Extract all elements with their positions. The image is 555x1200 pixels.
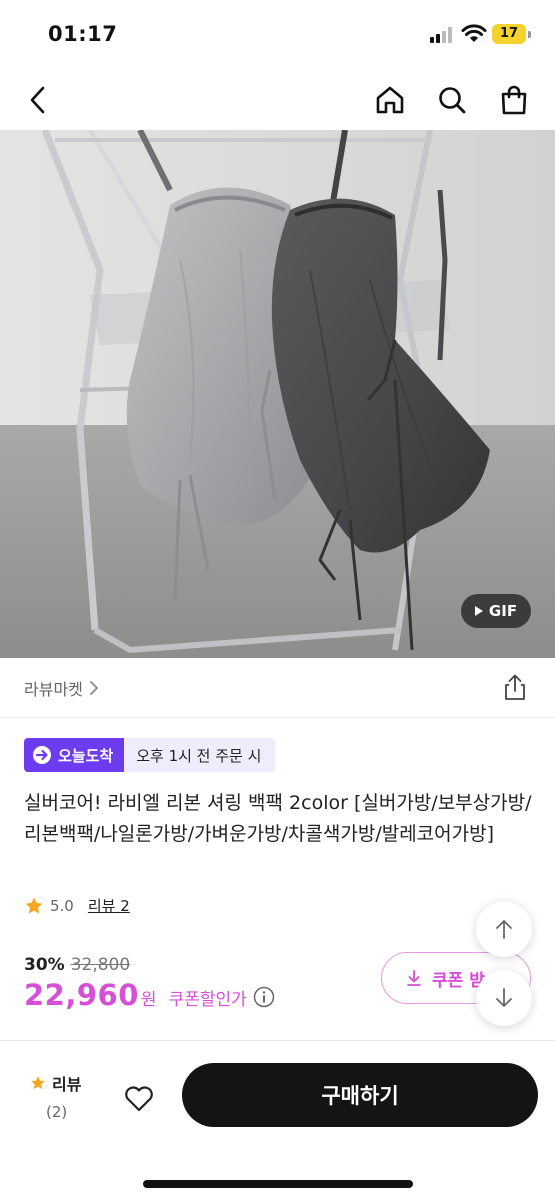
star-icon [25,897,43,914]
price-row: 22,960 원 쿠폰할인가 [24,978,275,1012]
product-photo [0,130,555,658]
delivery-badge: 오늘도착 오후 1시 전 주문 시 [24,738,276,772]
battery-tip [528,31,531,38]
buy-button[interactable]: 구매하기 [182,1063,538,1127]
chevron-right-icon [89,681,98,695]
search-icon [439,87,466,114]
scroll-down-button[interactable] [476,970,532,1026]
wifi-icon [461,24,487,42]
cart-button[interactable] [494,80,534,120]
heart-icon[interactable] [122,1081,156,1115]
shop-row: 라뷰마켓 [0,658,555,718]
battery-icon: 17 [492,24,526,44]
review-link[interactable]: 리뷰 2 [88,895,130,916]
share-icon[interactable] [500,672,530,702]
star-icon [31,1076,45,1090]
currency-unit: 원 [140,990,157,1010]
download-icon [407,970,421,986]
home-icon [376,86,404,114]
delivery-today-tag: 오늘도착 [24,738,125,772]
shopping-bag-icon [501,85,527,115]
home-button[interactable] [370,80,410,120]
arrow-down-icon [496,988,512,1007]
rating-value: 5.0 [50,896,74,915]
play-triangle-icon [474,606,483,616]
back-button[interactable] [18,80,58,120]
discount-row: 30% 32,800 [24,955,130,975]
review-count: (2) [46,1103,68,1121]
cellular-signal-icon [430,27,456,43]
bottom-action-bar: 리뷰 (2) 구매하기 [0,1041,555,1200]
info-icon[interactable] [253,986,275,1008]
battery-level: 17 [499,26,519,41]
review-tab-label: 리뷰 [52,1075,82,1094]
chevron-left-icon [30,86,45,114]
top-navigation [0,70,555,130]
status-bar: 01:17 17 [0,0,555,70]
original-price: 32,800 [70,955,131,975]
shop-name: 라뷰마켓 [24,680,83,699]
gif-label: GIF [488,602,518,620]
search-button[interactable] [432,80,472,120]
delivery-label: 오늘도착 [58,746,114,765]
scroll-up-button[interactable] [476,901,532,957]
delivery-arrow-icon [33,746,51,764]
arrow-up-icon [496,920,512,939]
discount-percent: 30% [24,955,65,975]
rating-row: 5.0 리뷰 2 [24,895,130,916]
sale-price: 22,960 [24,978,139,1012]
coupon-button-label: 쿠폰 받 [432,970,485,991]
product-image[interactable]: GIF [0,130,555,658]
delivery-note: 오후 1시 전 주문 시 [124,738,276,772]
coupon-price-label: 쿠폰할인가 [168,990,247,1010]
status-time: 01:17 [48,22,118,46]
home-indicator [143,1180,413,1188]
gif-badge: GIF [461,594,531,628]
review-tab[interactable]: 리뷰 (2) [30,1071,90,1121]
shop-link[interactable]: 라뷰마켓 [24,676,99,700]
product-title: 실버코어! 라비엘 리본 셔링 백팩 2color [실버가방/보부상가방/리본… [24,792,532,845]
